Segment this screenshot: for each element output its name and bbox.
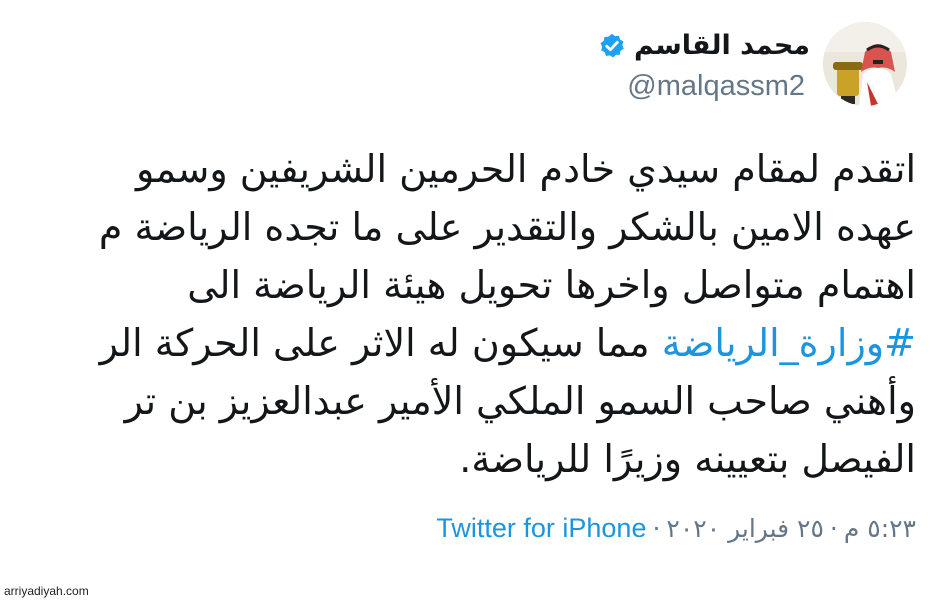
tweet-time[interactable]: ٥:٢٣ م <box>844 514 916 543</box>
hashtag-link[interactable]: #وزارة_الرياضة <box>662 321 916 365</box>
meta-separator: · <box>829 514 838 543</box>
tweet-line: عهده الامين بالشكر والتقدير على ما تجده … <box>0 198 916 256</box>
tweet-line: اهتمام متواصل واخرها تحويل هيئة الرياضة … <box>0 256 916 314</box>
author-display-name[interactable]: محمد القاسم <box>634 26 810 66</box>
tweet-line: اتقدم لمقام سيدي خادم الحرمين الشريفين و… <box>0 140 916 198</box>
tweet-card: محمد القاسم @malqassm2 اتقدم لمقام سيدي … <box>0 0 950 601</box>
avatar-photo <box>823 22 907 106</box>
avatar[interactable] <box>823 22 907 106</box>
tweet-line: الفيصل بتعيينه وزيرًا للرياضة. <box>0 430 916 488</box>
author-row[interactable]: محمد القاسم <box>598 26 810 66</box>
tweet-meta: ٥:٢٣ م·٢٥ فبراير ٢٠٢٠·Twitter for iPhone <box>436 508 916 549</box>
tweet-text-segment: عهده الامين بالشكر والتقدير على ما تجده … <box>98 205 916 249</box>
site-watermark: arriyadiyah.com <box>4 584 89 598</box>
tweet-text-segment: اتقدم لمقام سيدي خادم الحرمين الشريفين و… <box>135 147 916 191</box>
tweet-line: وأهني صاحب السمو الملكي الأمير عبدالعزيز… <box>0 372 916 430</box>
tweet-text-segment: اهتمام متواصل واخرها تحويل هيئة الرياضة … <box>187 263 916 307</box>
author-handle[interactable]: @malqassm2 <box>627 70 805 103</box>
verified-badge-icon <box>598 32 626 60</box>
tweet-text-segment: مما سيكون له الاثر على الحركة الر <box>99 321 662 365</box>
tweet-source-link[interactable]: Twitter for iPhone <box>436 513 646 543</box>
tweet-date[interactable]: ٢٥ فبراير ٢٠٢٠ <box>666 514 823 543</box>
tweet-line: #وزارة_الرياضة مما سيكون له الاثر على ال… <box>0 314 916 372</box>
tweet-text-segment: الفيصل بتعيينه وزيرًا للرياضة. <box>459 437 916 481</box>
tweet-text-segment: وأهني صاحب السمو الملكي الأمير عبدالعزيز… <box>124 379 916 423</box>
tweet-text: اتقدم لمقام سيدي خادم الحرمين الشريفين و… <box>0 140 916 488</box>
meta-separator: · <box>652 514 661 543</box>
